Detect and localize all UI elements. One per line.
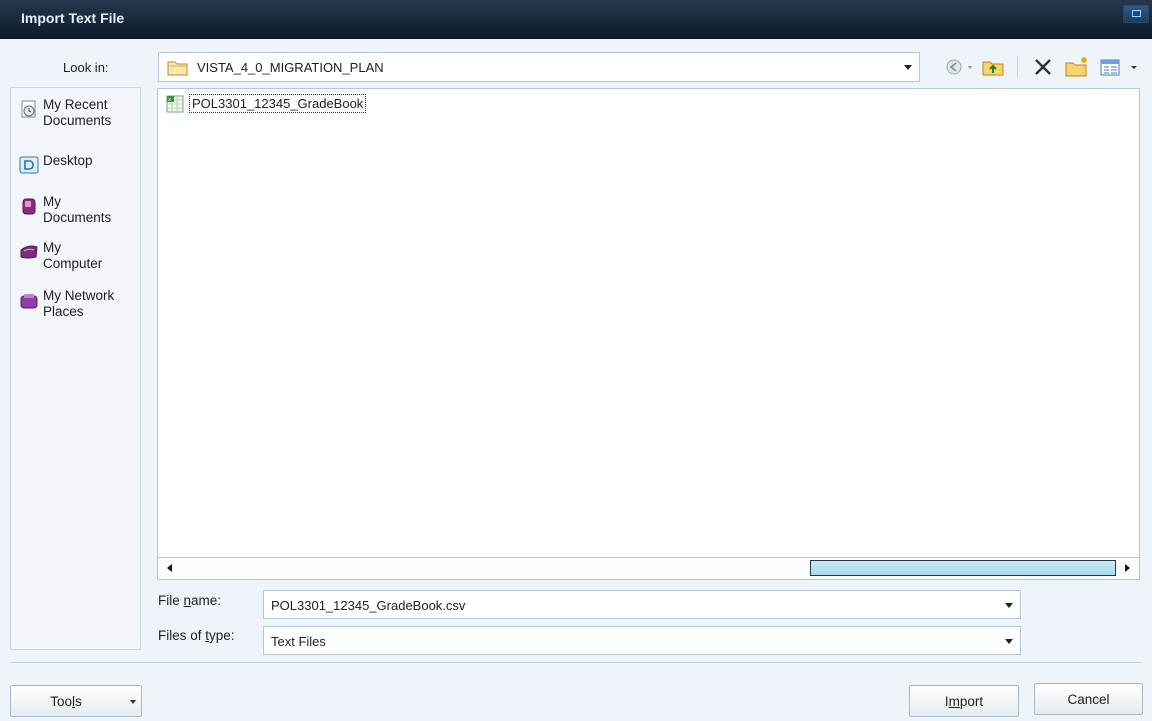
chevron-down-icon — [1005, 639, 1013, 644]
place-my-documents[interactable]: My Documents — [19, 194, 139, 226]
views-menu-button[interactable] — [1096, 55, 1142, 79]
import-text-file-dialog: Import Text File Look in: VISTA_4_0_MIGR… — [0, 0, 1152, 721]
file-item[interactable]: x POL3301_12345_GradeBook — [165, 94, 367, 113]
desktop-icon — [19, 156, 39, 174]
svg-text:x: x — [168, 97, 171, 103]
tools-button[interactable]: Tools — [10, 685, 142, 717]
file-list[interactable]: x POL3301_12345_GradeBook — [157, 88, 1140, 558]
file-name-input[interactable]: POL3301_12345_GradeBook.csv — [263, 590, 1021, 619]
place-label: Desktop — [43, 153, 93, 168]
place-my-recent-documents[interactable]: My Recent Documents — [19, 97, 139, 129]
network-places-icon — [20, 294, 38, 309]
title-bar[interactable]: Import Text File — [0, 0, 1152, 39]
place-label: My Computer — [43, 240, 103, 271]
look-in-value: VISTA_4_0_MIGRATION_PLAN — [197, 60, 384, 75]
scroll-right-icon[interactable] — [1125, 564, 1130, 572]
csv-file-icon: x — [166, 95, 184, 112]
up-folder-icon — [982, 61, 1004, 76]
new-folder-button[interactable] — [1062, 55, 1092, 79]
file-name: POL3301_12345_GradeBook — [189, 94, 367, 113]
delete-icon — [1035, 59, 1051, 75]
look-in-label: Look in: — [63, 60, 109, 75]
place-label: My Network Places — [43, 288, 115, 319]
chevron-down-icon — [904, 65, 912, 70]
horizontal-scrollbar[interactable] — [157, 558, 1140, 580]
my-computer-icon — [20, 245, 38, 259]
restore-window-button[interactable] — [1123, 5, 1149, 23]
files-of-type-dropdown[interactable]: Text Files — [263, 626, 1021, 655]
delete-button[interactable] — [1029, 55, 1057, 79]
files-of-type-label: Files of type: — [158, 628, 235, 643]
file-name-label: File name: — [158, 593, 222, 608]
cancel-button[interactable]: Cancel — [1034, 683, 1143, 715]
scroll-left-icon[interactable] — [167, 564, 172, 572]
file-name-value: POL3301_12345_GradeBook.csv — [271, 598, 466, 613]
look-in-dropdown[interactable]: VISTA_4_0_MIGRATION_PLAN — [158, 52, 920, 82]
back-button[interactable] — [944, 55, 976, 79]
cancel-label: Cancel — [1067, 692, 1110, 707]
up-one-level-button[interactable] — [979, 55, 1007, 79]
restore-icon — [1132, 10, 1141, 17]
my-documents-icon — [22, 198, 36, 215]
place-desktop[interactable]: Desktop — [19, 153, 139, 175]
chevron-down-icon[interactable] — [1005, 603, 1013, 608]
places-bar: My Recent Documents Desktop My Documents… — [10, 87, 141, 650]
place-label: My Documents — [43, 194, 112, 225]
views-icon — [1100, 59, 1137, 76]
recent-documents-icon — [21, 100, 36, 118]
folder-icon — [167, 59, 189, 79]
chevron-down-icon — [130, 700, 136, 704]
place-my-computer[interactable]: My Computer — [19, 240, 139, 272]
divider — [10, 662, 1142, 663]
import-label: Import — [944, 694, 984, 709]
window-title: Import Text File — [21, 10, 125, 26]
place-label: My Recent Documents — [43, 97, 112, 128]
scrollbar-thumb[interactable] — [810, 560, 1116, 576]
files-of-type-value: Text Files — [271, 634, 326, 649]
import-button[interactable]: Import — [909, 685, 1019, 717]
tools-label: Tools — [50, 694, 82, 709]
back-icon — [946, 59, 972, 75]
toolbar-separator — [1017, 56, 1018, 78]
new-folder-icon — [1065, 57, 1087, 77]
place-my-network-places[interactable]: My Network Places — [19, 288, 139, 320]
